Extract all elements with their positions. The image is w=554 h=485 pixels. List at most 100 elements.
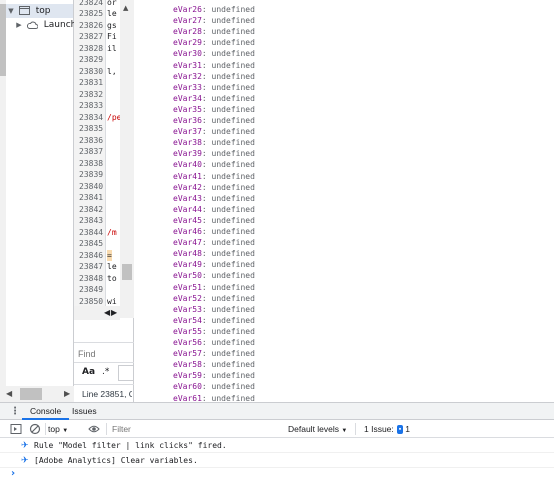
line-number[interactable]: 23842 <box>74 204 105 216</box>
scrollbar-thumb[interactable] <box>20 388 42 400</box>
line-number[interactable]: 23840 <box>74 181 105 193</box>
variable-value: undefined <box>211 282 255 292</box>
expand-triangle-icon[interactable]: ▼ <box>6 4 16 18</box>
log-levels-dropdown[interactable]: Default levels ▼ <box>288 422 347 436</box>
tab-console[interactable]: Console <box>22 403 70 420</box>
line-number-gutter[interactable]: 23824 23825 23826 23827 23828 23829 23830 23831… <box>74 0 106 318</box>
variable-name: eVar35 <box>173 104 202 114</box>
line-number[interactable]: 23826 <box>74 20 105 32</box>
find-input[interactable] <box>78 347 130 360</box>
code-line[interactable]: l, <box>107 66 117 78</box>
separator: : <box>201 149 212 159</box>
scrollbar-thumb[interactable] <box>122 264 132 280</box>
separator: : <box>201 349 212 359</box>
search-options: Aa .* <box>74 362 134 382</box>
replace-input[interactable] <box>118 365 134 381</box>
eye-icon[interactable] <box>88 423 100 435</box>
sidebar-scrollbar[interactable] <box>0 0 6 386</box>
code-line[interactable]: = <box>107 249 112 261</box>
variable-name: eVar40 <box>173 160 202 170</box>
scroll-right-icon[interactable]: ▶ <box>64 389 70 398</box>
line-number[interactable]: 23843 <box>74 215 105 227</box>
console-prompt-icon[interactable]: › <box>11 468 15 479</box>
tree-item-top[interactable]: ▼ top <box>6 4 73 18</box>
sidebar-toggle-icon[interactable] <box>10 423 22 435</box>
line-number[interactable]: 23845 <box>74 238 105 250</box>
scroll-left-icon[interactable]: ◀ <box>104 308 110 317</box>
line-number[interactable]: 23828 <box>74 43 105 55</box>
separator: : <box>201 60 212 70</box>
variable-name: eVar44 <box>173 204 202 214</box>
separator: : <box>201 293 212 303</box>
variable-value: undefined <box>211 193 255 203</box>
code-line[interactable]: il <box>107 43 117 55</box>
separator: : <box>201 16 212 26</box>
line-number[interactable]: 23827 <box>74 31 105 43</box>
sidebar-horizontal-scrollbar[interactable]: ◀ ▶ <box>0 386 74 402</box>
match-case-toggle[interactable]: Aa <box>82 367 95 377</box>
line-number[interactable]: 23837 <box>74 146 105 158</box>
line-number[interactable]: 23829 <box>74 54 105 66</box>
variable-value: undefined <box>211 315 255 325</box>
separator: : <box>201 116 212 125</box>
variable-name: eVar38 <box>173 138 202 148</box>
line-number[interactable]: 23832 <box>74 89 105 101</box>
collapse-triangle-icon[interactable]: ▶ <box>14 18 24 32</box>
code-line[interactable]: to <box>107 273 117 285</box>
separator: : <box>201 127 212 137</box>
line-number[interactable]: 23847 <box>74 261 105 273</box>
context-selector[interactable]: top ▼ <box>48 422 78 436</box>
line-number[interactable]: 23830 <box>74 66 105 78</box>
variable-row: eVar31: undefined <box>173 60 255 71</box>
issues-count: 1 <box>405 424 410 434</box>
line-number[interactable]: 23833 <box>74 100 105 112</box>
editor-horizontal-scrollbar[interactable]: ◀ ▶ <box>74 306 120 320</box>
variable-value: undefined <box>211 127 255 137</box>
variable-row: eVar43: undefined <box>173 193 255 204</box>
line-number[interactable]: 23836 <box>74 135 105 147</box>
code-line[interactable]: /pe <box>107 112 120 124</box>
line-number[interactable]: 23834 <box>74 112 105 124</box>
line-number[interactable]: 23844 <box>74 227 105 239</box>
variable-name: eVar60 <box>173 382 202 392</box>
line-number[interactable]: 23824 <box>74 0 105 8</box>
page-tree-sidebar: ▼ top ▶ Launch ar ◀ ▶ <box>0 0 74 402</box>
issue-flag-icon: ▪ <box>396 425 404 435</box>
scroll-right-icon[interactable]: ▶ <box>111 308 117 317</box>
variable-row: eVar33: undefined <box>173 82 255 93</box>
editor-vertical-scrollbar[interactable]: ▲ <box>120 0 134 318</box>
issues-counter-button[interactable]: 1 Issue: ▪ 1 <box>360 422 410 436</box>
rocket-icon: ✈ <box>21 441 29 451</box>
code-line[interactable]: Fi <box>107 31 117 43</box>
scroll-up-icon[interactable]: ▲ <box>123 4 128 12</box>
scroll-left-icon[interactable]: ◀ <box>6 389 12 398</box>
line-number[interactable]: 23849 <box>74 284 105 296</box>
code-line[interactable]: le <box>107 261 117 273</box>
line-number[interactable]: 23835 <box>74 123 105 135</box>
line-number[interactable]: 23846 <box>74 250 105 262</box>
code-line[interactable]: or <box>107 0 117 8</box>
code-line[interactable]: /m <box>107 227 117 239</box>
line-number[interactable]: 23848 <box>74 273 105 285</box>
separator: : <box>201 227 212 236</box>
variable-value: undefined <box>211 27 255 37</box>
line-number[interactable]: 23839 <box>74 169 105 181</box>
separator: : <box>201 326 212 336</box>
variable-value: undefined <box>211 49 255 59</box>
code-area[interactable]: orlegsFiill,/pe/m=letowiaG)d <box>106 0 120 318</box>
filter-input[interactable] <box>112 423 272 435</box>
code-line[interactable]: gs <box>107 20 117 32</box>
line-number[interactable]: 23831 <box>74 77 105 89</box>
separator: : <box>201 38 212 48</box>
line-number[interactable]: 23841 <box>74 192 105 204</box>
tree-item-launch[interactable]: ▶ Launch ar <box>14 18 74 32</box>
variable-row: eVar60: undefined <box>173 381 255 392</box>
regex-toggle[interactable]: .* <box>102 367 109 377</box>
code-line[interactable]: le <box>107 8 117 20</box>
source-editor: 23824 23825 23826 23827 23828 23829 23830 23831… <box>74 0 134 402</box>
more-options-icon[interactable]: ⋮ <box>10 406 20 417</box>
clear-console-icon[interactable] <box>29 423 41 435</box>
line-number[interactable]: 23825 <box>74 8 105 20</box>
tab-issues[interactable]: Issues <box>64 403 105 420</box>
line-number[interactable]: 23838 <box>74 158 105 170</box>
